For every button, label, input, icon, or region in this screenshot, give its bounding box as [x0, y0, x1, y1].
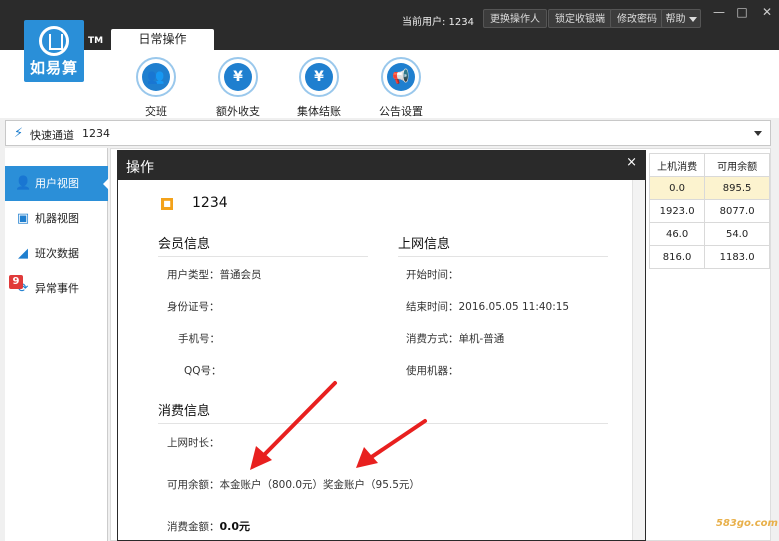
divider: [158, 256, 368, 257]
user-icon: 👤: [15, 176, 32, 191]
help-menu-button[interactable]: 帮助: [661, 9, 701, 28]
consume-info-heading: 消费信息: [158, 404, 211, 419]
notice-icon-ring: 📢: [381, 57, 421, 97]
dialog-scrollbar[interactable]: [632, 180, 645, 540]
user-type-field: 用户类型：普通会员: [167, 269, 262, 281]
account-icon: ■: [161, 198, 173, 210]
table-row[interactable]: 46.0 54.0: [648, 222, 770, 246]
table-header-row: 上机消费 可用余额: [648, 153, 770, 177]
table-cell: 54.0: [704, 222, 770, 246]
yen-coin-icon: ¥: [224, 63, 252, 91]
table-row[interactable]: 0.0 895.5: [648, 176, 770, 200]
sidebar-item-label: 异常事件: [35, 282, 79, 295]
monitor-icon: ▣: [16, 211, 30, 226]
table-cell: 46.0: [648, 222, 706, 246]
change-password-button[interactable]: 修改密码: [610, 9, 664, 28]
group-icon-ring: ¥: [299, 57, 339, 97]
sidebar-item-machine-view[interactable]: ▣ 机器视图: [5, 201, 108, 236]
consume-amount-field: 消费金额：0.0元: [167, 518, 250, 534]
chart-icon: ◢: [18, 246, 28, 261]
notice-label: 公告设置: [379, 105, 423, 118]
qq-field: QQ号：: [184, 365, 222, 377]
table-cell: 8077.0: [704, 199, 770, 223]
consume-amount-value: 0.0元: [219, 520, 251, 533]
notice-settings-button[interactable]: 📢 公告设置: [371, 57, 431, 119]
divider: [158, 423, 608, 424]
extra-label: 额外收支: [216, 105, 260, 118]
extra-icon-ring: ¥: [218, 57, 258, 97]
phone-field: 手机号：: [178, 333, 220, 345]
megaphone-icon: 📢: [387, 63, 415, 91]
sidebar-item-label: 机器视图: [35, 212, 79, 225]
table-row[interactable]: 816.0 1183.0: [648, 245, 770, 269]
sidebar-item-label: 用户视图: [35, 177, 79, 190]
sidebar-item-shift-data[interactable]: ◢ 班次数据: [5, 236, 108, 271]
table-cell: 0.0: [648, 176, 706, 200]
user-group-icon: 👥: [142, 63, 170, 91]
help-label: 帮助: [665, 14, 686, 25]
member-info-heading: 会员信息: [158, 237, 211, 252]
group-label: 集体结账: [297, 105, 341, 118]
consume-amount-label: 消费金额：: [167, 521, 220, 533]
sidebar-item-label: 班次数据: [35, 247, 79, 260]
end-time-field: 结束时间：2016.05.05 11:40:15: [406, 301, 570, 313]
dialog-close-button[interactable]: ×: [626, 155, 637, 170]
left-navigation: 👤 用户视图 ▣ 机器视图 ◢ 班次数据 ⟳ 异常事件 9: [5, 148, 109, 541]
quick-channel-label: 快速通道: [30, 129, 74, 142]
divider: [398, 256, 608, 257]
id-card-field: 身份证号：: [167, 301, 220, 313]
sidebar-item-user-view[interactable]: 👤 用户视图: [5, 166, 109, 201]
consume-mode-field: 消费方式：单机-普通: [406, 333, 505, 345]
event-count-badge: 9: [9, 275, 23, 289]
online-info-heading: 上网信息: [398, 237, 451, 252]
shift-handover-button[interactable]: 👥 交班: [126, 57, 186, 119]
chevron-down-icon[interactable]: [754, 131, 762, 136]
quick-channel-input[interactable]: [82, 124, 682, 142]
dialog-title: 操作: [126, 160, 154, 176]
available-balance-field: 可用余额：本金账户（800.0元）奖金账户（95.5元）: [167, 479, 420, 491]
operation-dialog: 操作 × ■ 1234 会员信息 上网信息 用户类型：普通会员 身份证号： 手机…: [117, 150, 646, 541]
table-cell: 1183.0: [704, 245, 770, 269]
sidebar-item-abnormal-events[interactable]: ⟳ 异常事件 9: [5, 271, 108, 306]
tab-daily-operations[interactable]: 日常操作: [111, 29, 214, 50]
user-table: 上机消费 可用余额 0.0 895.5 1923.0 8077.0 46.0 5…: [648, 153, 770, 269]
extra-income-expense-button[interactable]: ¥ 额外收支: [208, 57, 268, 119]
column-header[interactable]: 可用余额: [704, 153, 770, 177]
current-user-label: 当前用户: 1234: [402, 17, 474, 28]
lock-cashier-button[interactable]: 锁定收银端: [548, 9, 612, 28]
quick-channel-bar: ⚡ 快速通道: [5, 120, 771, 146]
minimize-button[interactable]: —: [712, 6, 726, 18]
close-window-button[interactable]: ✕: [760, 6, 774, 18]
table-cell: 1923.0: [648, 199, 706, 223]
change-operator-button[interactable]: 更换操作人: [483, 9, 547, 28]
account-number: 1234: [192, 195, 228, 211]
table-row[interactable]: 1923.0 8077.0: [648, 199, 770, 223]
dialog-header: 操作 ×: [118, 151, 645, 180]
trademark-mark: TM: [88, 36, 104, 46]
chevron-down-icon: [688, 16, 697, 22]
lightning-icon: ⚡: [14, 126, 24, 141]
logo-emblem-icon: [39, 26, 69, 56]
machine-field: 使用机器：: [406, 365, 459, 377]
shift-icon-ring: 👥: [136, 57, 176, 97]
group-checkout-button[interactable]: ¥ 集体结账: [289, 57, 349, 119]
online-duration-field: 上网时长：: [167, 437, 220, 449]
app-logo: 如易算 TM: [24, 20, 103, 82]
top-toolbar: 如易算 TM 当前用户: 1234 更换操作人 锁定收银端 修改密码 帮助 — …: [0, 0, 779, 118]
shift-label: 交班: [145, 105, 167, 118]
column-header[interactable]: 上机消费: [648, 153, 706, 177]
maximize-button[interactable]: □: [735, 6, 749, 18]
logo-text: 如易算: [29, 59, 78, 77]
start-time-field: 开始时间：: [406, 269, 459, 281]
table-cell: 816.0: [648, 245, 706, 269]
watermark: 583go.com: [716, 518, 778, 529]
table-cell: 895.5: [704, 176, 770, 200]
cash-register-icon: ¥: [305, 63, 333, 91]
